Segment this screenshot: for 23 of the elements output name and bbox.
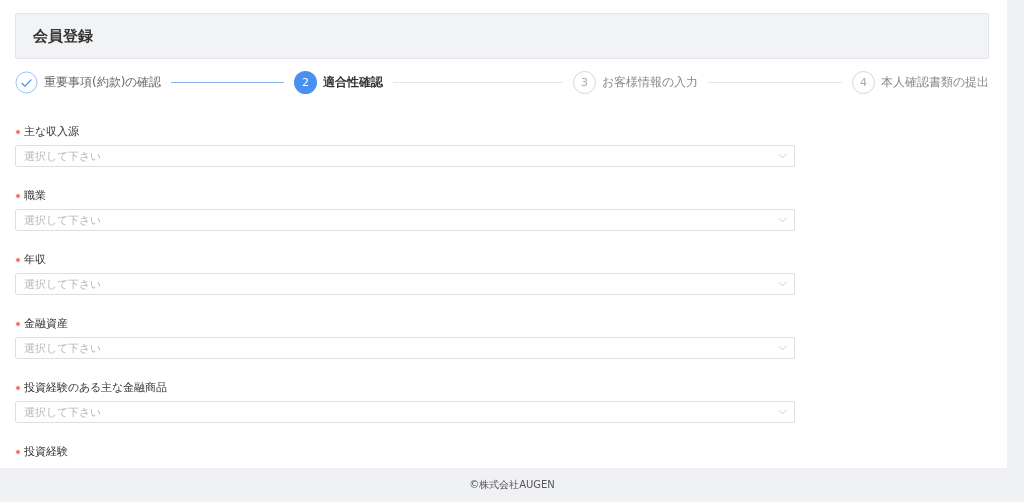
select-field[interactable]: 選択して下さい [15, 209, 795, 231]
caret-icon [778, 217, 787, 223]
step-label: 重要事項(約款)の確認 [44, 73, 162, 91]
field-label: 金融資産 [24, 317, 68, 331]
caret-icon [778, 153, 787, 159]
page-title: 会員登録 [33, 26, 93, 46]
field-label: 投資経験 [24, 445, 68, 459]
caret-icon [778, 281, 787, 287]
field-label: 職業 [24, 189, 46, 203]
field-label: 主な収入源 [24, 125, 79, 139]
caret-icon [778, 409, 787, 415]
step-number: 2 [294, 70, 317, 94]
select-field[interactable]: 選択して下さい [15, 145, 795, 167]
copyright-text: ©株式会社AUGEN [469, 478, 555, 492]
step-label: 本人確認書類の提出 [881, 73, 989, 91]
field-label: 投資経験のある主な金融商品 [24, 381, 167, 395]
step-label: 適合性確認 [323, 73, 383, 91]
step-label: お客様情報の入力 [602, 73, 698, 91]
select-field[interactable]: 選択して下さい [15, 401, 795, 423]
caret-icon [778, 345, 787, 351]
select-field[interactable]: 選択して下さい [15, 273, 795, 295]
field-label: 年収 [24, 253, 46, 267]
select-field[interactable]: 選択して下さい [15, 337, 795, 359]
